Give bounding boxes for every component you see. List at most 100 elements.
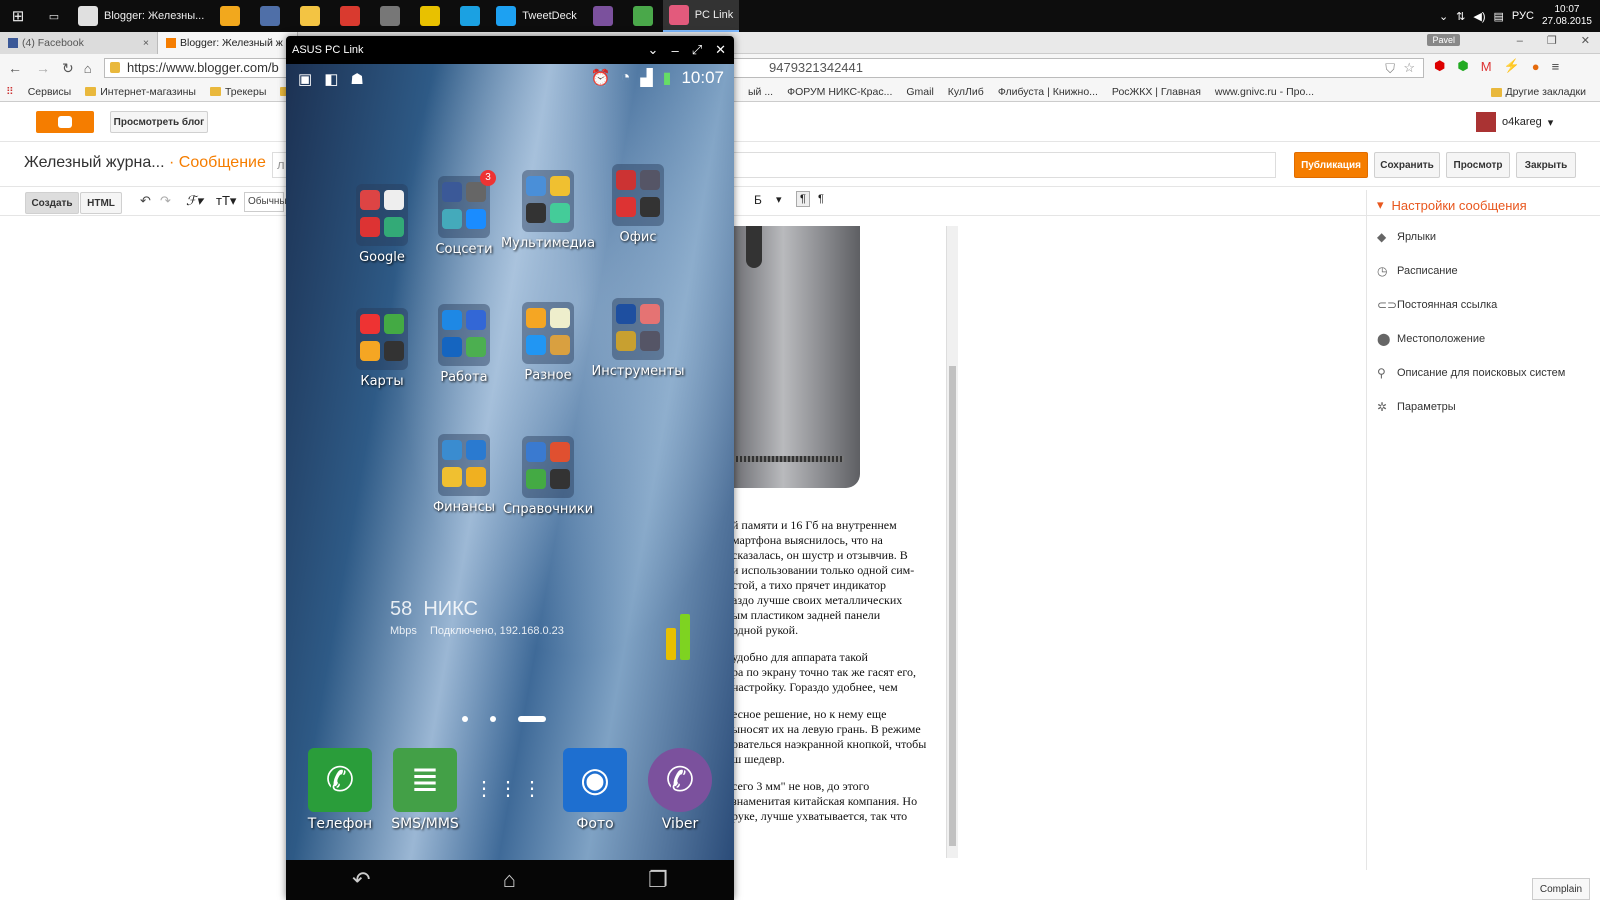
taskbar-app[interactable] [250, 0, 290, 32]
close-icon[interactable]: × [143, 37, 149, 49]
fullscreen-icon[interactable]: ⤢ [692, 42, 702, 58]
back-icon[interactable]: ← [8, 60, 22, 76]
taskbar-app[interactable]: TweetDeck [490, 0, 582, 32]
dock-app[interactable]: ✆ Viber [644, 748, 716, 832]
tray-clock[interactable]: 10:07 27.08.2015 [1542, 4, 1592, 28]
bold-b-icon[interactable]: Б [754, 193, 762, 207]
folder-7[interactable]: Разное [522, 302, 574, 383]
taskbar-app[interactable] [210, 0, 250, 32]
folder-8[interactable]: Инструменты [591, 298, 685, 379]
minimize-icon[interactable]: – [671, 43, 678, 58]
shield-icon[interactable]: ⛉ [1385, 60, 1395, 78]
rtl-icon[interactable]: ¶ [818, 193, 824, 205]
chevron-down-icon[interactable]: ⌄ [648, 42, 659, 58]
tray-message-icon[interactable]: ▤ [1494, 10, 1504, 23]
tray-volume-icon[interactable]: ◀) [1473, 10, 1485, 23]
taskbar-app[interactable] [290, 0, 330, 32]
bookmark-item[interactable]: ый ... [748, 86, 773, 98]
close-button[interactable]: Закрыть [1516, 152, 1576, 178]
bookmark-item[interactable]: www.gnivc.ru - Про... [1215, 86, 1314, 98]
sidebar-item[interactable]: ◷ Расписание [1367, 254, 1600, 288]
back-icon[interactable]: ↶ [352, 867, 370, 893]
format-select[interactable]: Обычны [244, 192, 287, 212]
user-menu[interactable]: o4kareg ▾ [1476, 112, 1553, 132]
publish-button[interactable]: Публикация [1294, 152, 1368, 178]
undo-icon[interactable]: ↶ [140, 193, 151, 209]
profile-badge[interactable]: Pavel [1427, 34, 1460, 46]
post-settings-header[interactable]: ▾ Настройки сообщения [1367, 190, 1600, 220]
sidebar-item[interactable]: ✲ Параметры [1367, 390, 1600, 424]
sidebar-item[interactable]: ◆ Ярлыки [1367, 220, 1600, 254]
sidebar-item[interactable]: ⬤ Местоположение [1367, 322, 1600, 356]
taskbar-app[interactable] [623, 0, 663, 32]
bookmark-item[interactable]: Интернет-магазины [85, 86, 196, 98]
bookmark-item[interactable]: ФОРУМ НИКС-Крас... [787, 86, 892, 98]
menu-icon[interactable]: ≡ [1552, 59, 1560, 74]
taskbar-app[interactable] [410, 0, 450, 32]
folder-10[interactable]: Справочники [503, 436, 593, 517]
bolt-icon[interactable]: ⚡ [1504, 58, 1520, 74]
other-bookmarks[interactable]: Другие закладки [1490, 86, 1586, 98]
taskbar-app[interactable] [583, 0, 623, 32]
bookmark-item[interactable]: Gmail [906, 86, 933, 98]
tab-facebook[interactable]: (4) Facebook × [0, 31, 158, 54]
blogger-logo[interactable] [36, 111, 94, 133]
pc-link-titlebar[interactable]: ASUS PC Link ⌄ – ⤢ ✕ [286, 36, 734, 64]
redo-icon[interactable]: ↷ [160, 193, 171, 209]
tray-network-icon[interactable]: ⇅ [1456, 10, 1465, 23]
taskbar-app[interactable] [450, 0, 490, 32]
sidebar-item[interactable]: ⊂⊃ Постоянная ссылка [1367, 288, 1600, 322]
star-icon[interactable]: ☆ [1403, 59, 1415, 77]
tab-blogger[interactable]: Blogger: Железный ж [158, 31, 298, 54]
bookmark-item[interactable]: Сервисы [28, 86, 72, 98]
folder-4[interactable]: Офис [612, 164, 664, 245]
ltr-icon[interactable]: ¶ [796, 191, 810, 207]
editor-scrollbar[interactable] [946, 226, 958, 858]
extension-icon[interactable]: ⬢ [1434, 58, 1445, 74]
complain-button[interactable]: Complain [1532, 878, 1590, 900]
compose-mode-button[interactable]: Создать [25, 192, 79, 214]
network-widget[interactable]: 58 НИКС Mbps Подключено, 192.168.0.23 [390, 598, 564, 637]
dock-app[interactable]: ⋮⋮⋮ [474, 756, 546, 824]
reload-icon[interactable]: ↻ [62, 60, 74, 77]
html-mode-button[interactable]: HTML [80, 192, 122, 214]
sidebar-item[interactable]: ⚲ Описание для поисковых систем [1367, 356, 1600, 390]
extension-icon[interactable]: ● [1532, 59, 1540, 74]
close-icon[interactable]: ✕ [1581, 34, 1590, 47]
task-view-button[interactable]: ▭ [36, 0, 72, 32]
bookmark-item[interactable]: Флибуста | Книжно... [998, 86, 1098, 98]
bookmark-item[interactable]: КулЛиб [948, 86, 984, 98]
home-icon[interactable]: ⌂ [84, 61, 92, 76]
bookmark-item[interactable]: Трекеры [209, 86, 266, 98]
taskbar-app[interactable] [330, 0, 370, 32]
close-icon[interactable]: ✕ [715, 42, 726, 58]
phone-screen[interactable]: ▣ ◧ ☗ ⏰ ◔ ▟ ▮ 10:07 Google 3 Соцсети Мультимедиа… [286, 64, 734, 860]
home-icon[interactable]: ⌂ [503, 867, 516, 893]
taskbar-app[interactable]: Blogger: Железны... [72, 0, 210, 32]
gmail-icon[interactable]: M [1481, 59, 1492, 74]
apps-shortcut[interactable]: ⠿ [6, 86, 14, 98]
caret-down-icon[interactable]: ▾ [776, 193, 782, 206]
bookmark-item[interactable]: РосЖКХ | Главная [1112, 86, 1201, 98]
folder-5[interactable]: Карты [356, 308, 408, 389]
recents-icon[interactable]: ❐ [648, 867, 668, 893]
dock-app[interactable]: ◉ Фото [559, 748, 631, 832]
scrollbar-thumb[interactable] [949, 366, 956, 846]
minimize-icon[interactable]: – [1517, 35, 1523, 47]
folder-1[interactable]: Google [356, 184, 408, 265]
taskbar-app[interactable] [370, 0, 410, 32]
taskbar-app[interactable]: PC Link [662, 0, 740, 32]
preview-button[interactable]: Просмотр [1446, 152, 1510, 178]
view-blog-button[interactable]: Просмотреть блог [110, 111, 208, 133]
folder-2[interactable]: 3 Соцсети [435, 170, 496, 257]
font-family-icon[interactable]: ℱ▾ [186, 193, 203, 209]
tray-chevron-icon[interactable]: ⌄ [1439, 10, 1448, 23]
tray-language[interactable]: РУС [1512, 10, 1534, 22]
extension-icon[interactable]: ⬢ [1457, 58, 1468, 74]
dock-app[interactable]: ✆ Телефон [304, 748, 376, 832]
start-button[interactable]: ⊞ [0, 0, 36, 32]
folder-9[interactable]: Финансы [433, 434, 495, 515]
save-button[interactable]: Сохранить [1374, 152, 1440, 178]
post-editor-body[interactable]: й памяти и 16 Гб на внутреннем мартфона в… [732, 226, 978, 896]
font-size-icon[interactable]: тT▾ [216, 193, 236, 209]
